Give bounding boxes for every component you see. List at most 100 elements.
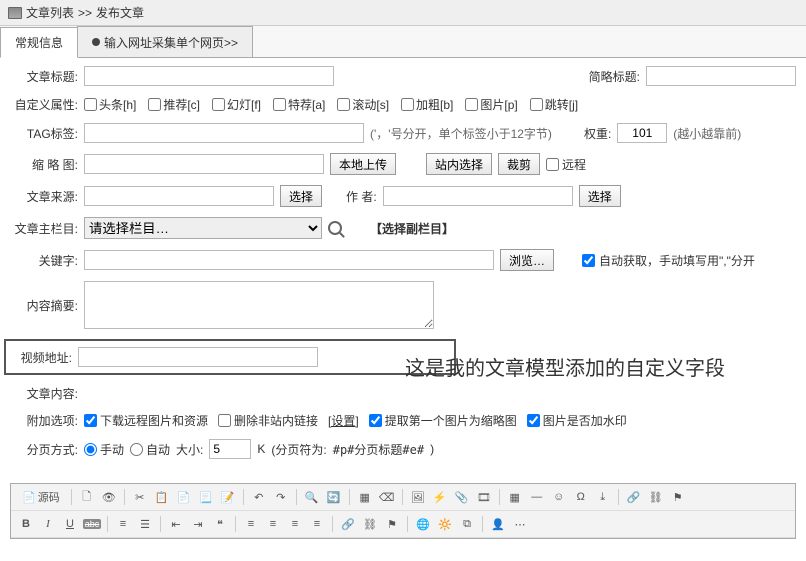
remote-check[interactable] bbox=[546, 158, 559, 171]
attachment-icon[interactable]: 📎 bbox=[453, 488, 471, 506]
opt-rmextlink-check[interactable] bbox=[218, 414, 231, 427]
source-select-button[interactable]: 选择 bbox=[280, 185, 322, 207]
redo-icon[interactable]: ↷ bbox=[272, 488, 290, 506]
link-icon[interactable]: 🔗 bbox=[625, 488, 643, 506]
cut-icon[interactable]: ✂ bbox=[131, 488, 149, 506]
new-icon[interactable]: 🗋 bbox=[78, 488, 96, 506]
paging-manual[interactable]: 手动 bbox=[84, 441, 124, 458]
align-center-icon[interactable]: ≡ bbox=[264, 515, 282, 533]
anchor2-icon[interactable]: ⚑ bbox=[383, 515, 401, 533]
attr-a[interactable]: 特荐[a] bbox=[273, 96, 325, 113]
opt-firstthumb[interactable]: 提取第一个图片为缩略图 bbox=[369, 412, 517, 429]
opt-dlremote-check[interactable] bbox=[84, 414, 97, 427]
attr-b[interactable]: 加粗[b] bbox=[401, 96, 453, 113]
opt-rmextlink[interactable]: 删除非站内链接 bbox=[218, 412, 318, 429]
hr-icon[interactable]: — bbox=[528, 488, 546, 506]
ul-icon[interactable]: ☰ bbox=[136, 515, 154, 533]
tag-input[interactable] bbox=[84, 123, 364, 143]
link2-icon[interactable]: 🔗 bbox=[339, 515, 357, 533]
auto-keyword-label[interactable]: 自动获取，手动填写用","分开 bbox=[582, 252, 755, 269]
crop-button[interactable]: 裁剪 bbox=[498, 153, 540, 175]
search-icon[interactable] bbox=[328, 221, 342, 235]
paging-auto-radio[interactable] bbox=[130, 443, 143, 456]
sub-catalog-link[interactable]: 【选择副栏目】 bbox=[370, 220, 454, 237]
align-justify-icon[interactable]: ≡ bbox=[308, 515, 326, 533]
attr-j[interactable]: 跳转[j] bbox=[530, 96, 578, 113]
attr-j-check[interactable] bbox=[530, 98, 543, 111]
opt-watermark-check[interactable] bbox=[527, 414, 540, 427]
unlink2-icon[interactable]: ⛓ bbox=[361, 515, 379, 533]
italic-icon[interactable]: I bbox=[39, 515, 57, 533]
special-char-icon[interactable]: Ω bbox=[572, 488, 590, 506]
attr-p[interactable]: 图片[p] bbox=[465, 96, 517, 113]
short-title-input[interactable] bbox=[646, 66, 796, 86]
browse-button[interactable]: 浏览… bbox=[500, 249, 554, 271]
catalog-select[interactable]: 请选择栏目… bbox=[84, 217, 322, 239]
author-input[interactable] bbox=[383, 186, 573, 206]
find-icon[interactable]: 🔍 bbox=[303, 488, 321, 506]
undo-icon[interactable]: ↶ bbox=[250, 488, 268, 506]
attr-s-check[interactable] bbox=[337, 98, 350, 111]
paste-word-icon[interactable]: 📝 bbox=[219, 488, 237, 506]
anchor-icon[interactable]: ⚑ bbox=[669, 488, 687, 506]
title-input[interactable] bbox=[84, 66, 334, 86]
copy-icon[interactable]: 📋 bbox=[153, 488, 171, 506]
flash-icon[interactable]: ⚡ bbox=[431, 488, 449, 506]
settings-link[interactable]: [设置] bbox=[328, 412, 359, 429]
paste-text-icon[interactable]: 📃 bbox=[197, 488, 215, 506]
breadcrumb-list-link[interactable]: 文章列表 bbox=[26, 4, 74, 21]
attr-c-check[interactable] bbox=[148, 98, 161, 111]
align-left-icon[interactable]: ≡ bbox=[242, 515, 260, 533]
outdent-icon[interactable]: ⇤ bbox=[167, 515, 185, 533]
image-icon[interactable]: 🖼 bbox=[409, 488, 427, 506]
bold-icon[interactable]: B bbox=[17, 515, 35, 533]
paging-manual-radio[interactable] bbox=[84, 443, 97, 456]
attr-c[interactable]: 推荐[c] bbox=[148, 96, 200, 113]
strike-icon[interactable]: abc bbox=[83, 515, 101, 533]
attr-p-check[interactable] bbox=[465, 98, 478, 111]
page-size-input[interactable] bbox=[209, 439, 251, 459]
select-all-icon[interactable]: ▦ bbox=[356, 488, 374, 506]
opt-watermark[interactable]: 图片是否加水印 bbox=[527, 412, 627, 429]
tab-basic[interactable]: 常规信息 bbox=[0, 27, 78, 58]
source-button[interactable]: 📄源码 bbox=[17, 488, 65, 506]
remove-format-icon[interactable]: ⌫ bbox=[378, 488, 396, 506]
align-right-icon[interactable]: ≡ bbox=[286, 515, 304, 533]
table-icon[interactable]: ▦ bbox=[506, 488, 524, 506]
emoji-icon[interactable]: ☺ bbox=[550, 488, 568, 506]
auto-keyword-check[interactable] bbox=[582, 254, 595, 267]
local-upload-button[interactable]: 本地上传 bbox=[330, 153, 396, 175]
ol-icon[interactable]: ≡ bbox=[114, 515, 132, 533]
weight-input[interactable] bbox=[617, 123, 667, 143]
replace-icon[interactable]: 🔄 bbox=[325, 488, 343, 506]
video-input[interactable] bbox=[78, 347, 318, 367]
underline-icon[interactable]: U bbox=[61, 515, 79, 533]
indent-icon[interactable]: ⇥ bbox=[189, 515, 207, 533]
template-icon[interactable]: 👤 bbox=[489, 515, 507, 533]
source-input[interactable] bbox=[84, 186, 274, 206]
preview-icon[interactable]: 👁 bbox=[100, 488, 118, 506]
paging-auto[interactable]: 自动 bbox=[130, 441, 170, 458]
attr-b-check[interactable] bbox=[401, 98, 414, 111]
opt-dlremote[interactable]: 下载远程图片和资源 bbox=[84, 412, 208, 429]
summary-textarea[interactable] bbox=[84, 281, 434, 329]
attr-h[interactable]: 头条[h] bbox=[84, 96, 136, 113]
unlink-icon[interactable]: ⛓ bbox=[647, 488, 665, 506]
attr-h-check[interactable] bbox=[84, 98, 97, 111]
print-icon[interactable]: 🔆 bbox=[436, 515, 454, 533]
author-select-button[interactable]: 选择 bbox=[579, 185, 621, 207]
attr-a-check[interactable] bbox=[273, 98, 286, 111]
remote-check-label[interactable]: 远程 bbox=[546, 156, 586, 173]
attr-f[interactable]: 幻灯[f] bbox=[212, 96, 261, 113]
opt-firstthumb-check[interactable] bbox=[369, 414, 382, 427]
pagebreak-icon[interactable]: ⤓ bbox=[594, 488, 612, 506]
thumb-input[interactable] bbox=[84, 154, 324, 174]
paste-icon[interactable]: 📄 bbox=[175, 488, 193, 506]
attr-s[interactable]: 滚动[s] bbox=[337, 96, 389, 113]
keyword-input[interactable] bbox=[84, 250, 494, 270]
more-icon[interactable]: ⋯ bbox=[511, 515, 529, 533]
attr-f-check[interactable] bbox=[212, 98, 225, 111]
quote-icon[interactable]: ❝ bbox=[211, 515, 229, 533]
tab-collect[interactable]: 输入网址采集单个网页>> bbox=[77, 26, 253, 57]
media-icon[interactable]: 🎞 bbox=[475, 488, 493, 506]
